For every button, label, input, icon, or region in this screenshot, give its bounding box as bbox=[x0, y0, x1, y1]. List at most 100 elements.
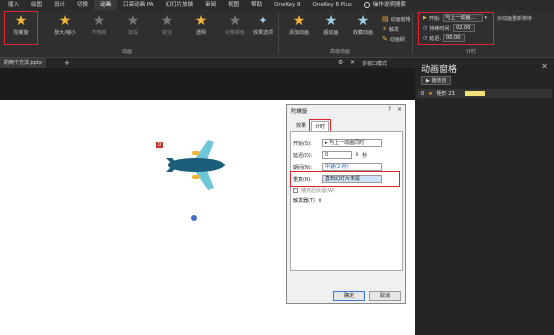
effect-grow-shrink-button[interactable]: ★ 放大/缩小 bbox=[50, 12, 80, 46]
close-icon[interactable]: ✕ bbox=[541, 62, 548, 71]
grow-shrink-star-icon: ★ bbox=[58, 13, 72, 29]
ok-button[interactable]: 确定 bbox=[333, 291, 365, 301]
close-tab-icon[interactable]: ✕ bbox=[350, 59, 355, 66]
triggers-label: 触发器(T) bbox=[293, 198, 315, 204]
trigger-animation-icon: ★ bbox=[324, 13, 338, 29]
duration-row: 期间(N): 中速(2 秒) bbox=[293, 163, 382, 171]
delay-unit: 秒 bbox=[362, 152, 368, 159]
document-tab[interactable]: 的两个方法.pptx bbox=[0, 58, 46, 68]
desaturate-star-icon: ★ bbox=[92, 13, 106, 29]
object-color-star-icon: ★ bbox=[228, 13, 242, 29]
group-label-advanced: 高级动画 bbox=[330, 49, 351, 55]
start-value: 与上一动画同时 bbox=[329, 140, 365, 146]
menu-tab-insert[interactable]: 插入 bbox=[2, 0, 25, 10]
menu-tab-slideshow[interactable]: 幻灯片放映 bbox=[160, 0, 200, 10]
effect-object-color-label: 对象颜色 bbox=[224, 30, 245, 36]
menu-tab-onekey8-plus[interactable]: OneKey 8 Plus bbox=[307, 0, 358, 10]
editor-toolbar-area bbox=[0, 68, 415, 100]
add-animation-label: 添加动画 bbox=[288, 30, 309, 36]
effect-options-button[interactable]: ✦ 效果选项 bbox=[252, 12, 274, 46]
animation-item-name: 矩形 23 bbox=[436, 91, 455, 97]
menu-tab-pocket-animation[interactable]: 口袋动画 PA bbox=[117, 0, 159, 10]
effect-desaturate-button[interactable]: ★ 不饱和 bbox=[84, 12, 114, 46]
effect-transparency-button[interactable]: ★ 透明 bbox=[186, 12, 216, 46]
effect-object-color-button[interactable]: ★ 对象颜色 bbox=[220, 12, 250, 46]
menu-tab-review[interactable]: 审阅 bbox=[199, 0, 222, 10]
help-icon[interactable]: ? bbox=[388, 106, 391, 113]
ribbon-separator bbox=[412, 14, 413, 54]
add-animation-star-icon: ★ bbox=[292, 13, 306, 29]
tell-me-search[interactable]: 操作说明搜索 bbox=[358, 0, 412, 10]
ribbon-separator bbox=[278, 14, 279, 54]
multi-window-button[interactable]: 多窗口模式 bbox=[362, 60, 387, 67]
collect-animation-icon: ★ bbox=[356, 13, 370, 29]
menu-tab-view[interactable]: 视图 bbox=[222, 0, 245, 10]
animation-timeline-bar bbox=[464, 91, 485, 96]
triggers-row[interactable]: 触发器(T) ⇕ bbox=[293, 197, 323, 205]
animation-pane-button[interactable]: ▤ 动画窗格 bbox=[382, 15, 411, 23]
add-tab-button[interactable]: + bbox=[64, 58, 70, 68]
effect-options-label: 效果选项 bbox=[252, 30, 273, 36]
animation-pane-icon: ▤ bbox=[382, 15, 389, 23]
duration-label: 期间(N): bbox=[293, 164, 313, 171]
painter-brush-icon: ✎ bbox=[382, 35, 388, 43]
menu-tab-transitions[interactable]: 切换 bbox=[71, 0, 94, 10]
play-from-label: 播放自 bbox=[431, 78, 447, 84]
trigger-label: 触发 bbox=[388, 26, 399, 33]
effect-darken-button[interactable]: ★ 加深 bbox=[118, 12, 148, 46]
settings-gear-icon[interactable]: ⚙ bbox=[338, 59, 343, 66]
animation-painter-label: 动画刷 bbox=[389, 36, 405, 43]
airplane-image[interactable] bbox=[160, 136, 232, 196]
search-icon bbox=[363, 1, 370, 8]
effect-lighten-label: 变淡 bbox=[161, 30, 172, 36]
add-animation-button[interactable]: ★ 添加动画 bbox=[284, 12, 314, 46]
effect-darken-label: 加深 bbox=[127, 30, 138, 36]
trigger-button[interactable]: ⚡ 触发 bbox=[382, 25, 399, 33]
animation-pane: 动画窗格 ✕ ▶ 播放自 0 ★ 矩形 23 bbox=[415, 58, 554, 335]
rewind-row: 播完后快退(W) bbox=[293, 187, 335, 194]
ribbon: ★ 陀螺旋 ★ 放大/缩小 ★ 不饱和 ★ 加深 ★ 变淡 ★ 透明 ★ 对象颜… bbox=[0, 10, 554, 58]
animation-pane-label: 动画窗格 bbox=[390, 16, 411, 23]
rewind-label: 播完后快退(W) bbox=[301, 188, 335, 194]
highlight-box-timing bbox=[418, 12, 494, 45]
spin-stepper-icon[interactable]: ⇕ bbox=[355, 152, 359, 158]
start-label: 开始(S): bbox=[293, 140, 312, 147]
document-tab-bar: 的两个方法.pptx + ⚙ ✕ 多窗口模式 bbox=[0, 58, 415, 68]
effect-transparency-label: 透明 bbox=[195, 30, 206, 36]
animation-pane-title: 动画窗格 bbox=[421, 65, 458, 75]
tab-effect[interactable]: 效果 bbox=[293, 121, 309, 131]
menu-tab-help[interactable]: 帮助 bbox=[245, 0, 268, 10]
start-select[interactable]: ▸ 与上一动画同时 bbox=[322, 139, 382, 147]
animation-star-icon: ★ bbox=[428, 90, 433, 97]
rewind-checkbox[interactable] bbox=[293, 188, 298, 193]
group-label-animation: 动画 bbox=[122, 49, 133, 55]
collect-animation-button[interactable]: ★ 收藏动画 bbox=[348, 12, 378, 46]
dialog-title: 陀螺旋 bbox=[291, 109, 308, 115]
delay-row: 延迟(D): 0 ⇕ 秒 bbox=[293, 151, 367, 159]
effect-lighten-button[interactable]: ★ 变淡 bbox=[152, 12, 182, 46]
transparency-star-icon: ★ bbox=[194, 13, 208, 29]
menu-tab-onekey8[interactable]: OneKey 8 bbox=[268, 0, 306, 10]
animation-list-item[interactable]: 0 ★ 矩形 23 bbox=[417, 89, 552, 98]
collect-animation-label: 收藏动画 bbox=[352, 30, 373, 36]
menu-tab-draw[interactable]: 绘图 bbox=[25, 0, 48, 10]
menu-tab-design[interactable]: 设计 bbox=[48, 0, 71, 10]
close-icon[interactable]: × bbox=[397, 106, 402, 113]
highlight-box-spin bbox=[4, 11, 38, 45]
trigger-animation-button[interactable]: ★ 超动画 bbox=[316, 12, 346, 46]
effect-grow-shrink-label: 放大/缩小 bbox=[54, 30, 76, 36]
cancel-button[interactable]: 取消 bbox=[369, 291, 401, 301]
duration-select[interactable]: 中速(2 秒) bbox=[322, 163, 382, 171]
spin-effect-dialog: 陀螺旋 ? × 效果 计时 开始(S): ▸ 与上一动画同时 延迟(D): 0 … bbox=[286, 104, 406, 304]
chevron-down-icon: ⇕ bbox=[317, 197, 323, 204]
play-from-button[interactable]: ▶ 播放自 bbox=[421, 76, 452, 85]
tell-me-label: 操作说明搜索 bbox=[372, 2, 406, 8]
effect-options-icon: ✦ bbox=[258, 14, 268, 27]
highlight-box-repeat bbox=[290, 171, 400, 187]
delay-input[interactable]: 0 bbox=[322, 151, 352, 159]
menu-tab-animations[interactable]: 动画 bbox=[94, 0, 118, 11]
start-row: 开始(S): ▸ 与上一动画同时 bbox=[293, 139, 382, 147]
reorder-button[interactable]: 对动画重新排序 bbox=[497, 15, 532, 22]
delay-label: 延迟(D): bbox=[293, 152, 313, 159]
animation-painter-button[interactable]: ✎ 动画刷 bbox=[382, 35, 405, 43]
